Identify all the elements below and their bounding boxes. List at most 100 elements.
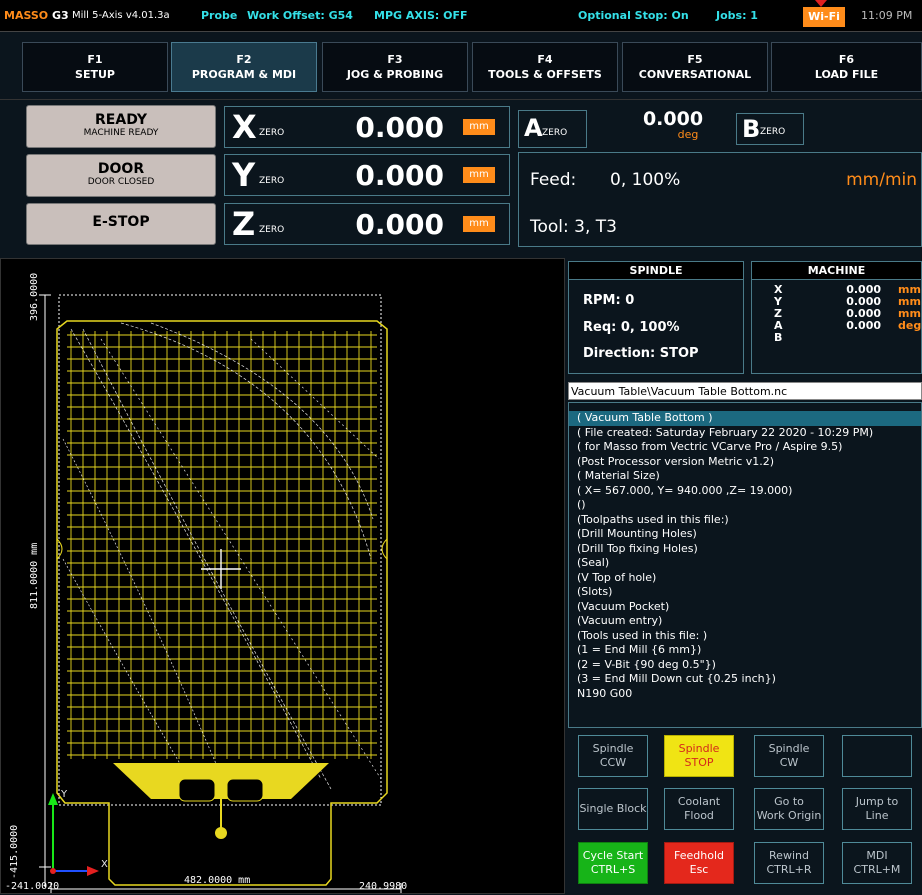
b-zero-label: ZERO	[760, 127, 786, 137]
button-sublabel: CW	[779, 756, 799, 769]
gcode-line[interactable]: (Drill Top fixing Holes)	[569, 542, 921, 557]
door-sub: DOOR CLOSED	[87, 177, 155, 187]
tab-label: JOG & PROBING	[346, 68, 444, 81]
estop-title: E-STOP	[92, 214, 150, 230]
x-zero-label: ZERO	[259, 128, 285, 138]
toolpath-preview[interactable]: Y X 396.0000 811.0000 mm -415.0000 -241.…	[0, 258, 565, 894]
button-sublabel: Esc	[689, 863, 709, 876]
gcode-line[interactable]: ( Material Size)	[569, 469, 921, 484]
mpg-status: MPG AXIS: OFF	[374, 9, 468, 22]
tool-label: Tool: 3, T3	[530, 217, 617, 237]
gcode-line[interactable]: ( for Masso from Vectric VCarve Pro / As…	[569, 440, 921, 455]
x-zero-button[interactable]: X	[232, 109, 257, 145]
estop-button[interactable]: E-STOP	[26, 203, 216, 245]
blank-button[interactable]	[842, 735, 912, 777]
button-sublabel: Flood	[684, 809, 714, 822]
button-sublabel: Line	[865, 809, 889, 822]
gcode-line[interactable]: (1 = End Mill {6 mm})	[569, 643, 921, 658]
gcode-line[interactable]: (3 = End Mill Down cut {0.25 inch})	[569, 672, 921, 687]
z-position: 0.000	[355, 208, 444, 241]
button-sublabel: STOP	[684, 756, 714, 769]
tab-jog-probing[interactable]: F3 JOG & PROBING	[322, 42, 468, 92]
button-label: MDI	[866, 849, 888, 862]
spindle-req: Req: 0, 100%	[583, 320, 680, 335]
model-label: G3	[52, 9, 69, 22]
tab-key: F1	[87, 53, 103, 66]
button-label: Spindle	[592, 742, 634, 755]
door-button[interactable]: DOOR DOOR CLOSED	[26, 154, 216, 197]
machine-value: 0.000	[846, 319, 881, 332]
cycle-start-button[interactable]: Cycle Start CTRL+S	[578, 842, 648, 884]
z-zero-button[interactable]: Z	[232, 206, 255, 242]
tab-conversational[interactable]: F5 CONVERSATIONAL	[622, 42, 768, 92]
gcode-line[interactable]: (Toolpaths used in this file:)	[569, 513, 921, 528]
clock: 11:09 PM	[861, 9, 913, 22]
spindle-stop-button[interactable]: Spindle STOP	[664, 735, 734, 777]
a-zero-button[interactable]: A ZERO	[518, 110, 587, 148]
gcode-line[interactable]: (2 = V-Bit {90 deg 0.5"})	[569, 658, 921, 673]
single-block-button[interactable]: Single Block	[578, 788, 648, 830]
gcode-line[interactable]: (Tools used in this file: )	[569, 629, 921, 644]
version-label: Mill 5-Axis v4.01.3a	[72, 10, 170, 21]
button-label: Spindle	[768, 742, 810, 755]
y-axis-dro: Y ZERO 0.000 mm	[224, 154, 510, 196]
mdi-button[interactable]: MDI CTRL+M	[842, 842, 912, 884]
button-sublabel: Work Origin	[756, 809, 822, 822]
y-zero-button[interactable]: Y	[232, 157, 255, 193]
gcode-line[interactable]: ( Vacuum Table Bottom )	[569, 411, 921, 426]
machine-unit: deg	[898, 319, 922, 332]
door-title: DOOR	[97, 161, 145, 177]
gcode-listing[interactable]: ( Vacuum Table Bottom ) ( File created: …	[568, 402, 922, 728]
spindle-rpm: RPM: 0	[583, 293, 635, 308]
y-span-label: 811.0000 mm	[29, 543, 40, 609]
tab-load-file[interactable]: F6 LOAD FILE	[771, 42, 922, 92]
gcode-line[interactable]: ()	[569, 498, 921, 513]
gcode-line[interactable]: ( X= 567.000, Y= 940.000 ,Z= 19.000)	[569, 484, 921, 499]
axis-y-label: Y	[60, 789, 68, 800]
tab-key: F3	[387, 53, 403, 66]
gcode-line[interactable]: (Slots)	[569, 585, 921, 600]
tab-label: PROGRAM & MDI	[191, 68, 297, 81]
gcode-line[interactable]: (Vacuum Pocket)	[569, 600, 921, 615]
x-min-label: -241.0020	[5, 881, 59, 892]
y-max-label: 396.0000	[29, 273, 40, 321]
jump-to-line-button[interactable]: Jump to Line	[842, 788, 912, 830]
tab-key: F2	[236, 53, 252, 66]
gcode-line[interactable]: (Drill Mounting Holes)	[569, 527, 921, 542]
spindle-cw-button[interactable]: Spindle CW	[754, 735, 824, 777]
work-offset-status: Work Offset: G54	[247, 9, 353, 22]
wifi-button[interactable]: Wi-Fi	[803, 7, 845, 27]
gcode-line[interactable]: (Seal)	[569, 556, 921, 571]
button-sublabel: CTRL+S	[590, 863, 636, 876]
tab-tools-offsets[interactable]: F4 TOOLS & OFFSETS	[472, 42, 618, 92]
feed-value: 0, 100%	[610, 170, 681, 190]
toolpath-canvas: Y X 396.0000 811.0000 mm -415.0000 -241.…	[5, 273, 407, 893]
a-axis-letter: A	[524, 114, 543, 142]
toolpath-grid	[67, 331, 377, 759]
b-zero-button[interactable]: B ZERO	[736, 113, 804, 145]
wifi-alert-arrow-icon	[815, 0, 827, 7]
tab-program-mdi[interactable]: F2 PROGRAM & MDI	[171, 42, 317, 92]
brand-label: MASSO	[4, 9, 49, 22]
button-label: Jump to	[855, 795, 899, 808]
ready-button[interactable]: READY MACHINE READY	[26, 105, 216, 148]
tab-key: F4	[537, 53, 553, 66]
coolant-flood-button[interactable]: Coolant Flood	[664, 788, 734, 830]
a-position: 0.000	[642, 108, 704, 130]
spindle-ccw-button[interactable]: Spindle CCW	[578, 735, 648, 777]
tab-setup[interactable]: F1 SETUP	[22, 42, 168, 92]
x-max-label: 240.9980	[359, 881, 407, 892]
axis-x-label: X	[101, 859, 108, 870]
gcode-line[interactable]: (Vacuum entry)	[569, 614, 921, 629]
feed-label: Feed:	[530, 170, 577, 190]
probe-status: Probe	[201, 9, 238, 22]
gcode-line[interactable]: ( File created: Saturday February 22 202…	[569, 426, 921, 441]
rewind-button[interactable]: Rewind CTRL+R	[754, 842, 824, 884]
go-to-work-origin-button[interactable]: Go to Work Origin	[754, 788, 824, 830]
file-name: Vacuum Table\Vacuum Table Bottom.nc	[568, 382, 922, 400]
gcode-line[interactable]: (V Top of hole)	[569, 571, 921, 586]
button-sublabel: CTRL+M	[853, 863, 901, 876]
gcode-line[interactable]: (Post Processor version Metric v1.2)	[569, 455, 921, 470]
gcode-line[interactable]: N190 G00	[569, 687, 921, 702]
feedhold-button[interactable]: Feedhold Esc	[664, 842, 734, 884]
